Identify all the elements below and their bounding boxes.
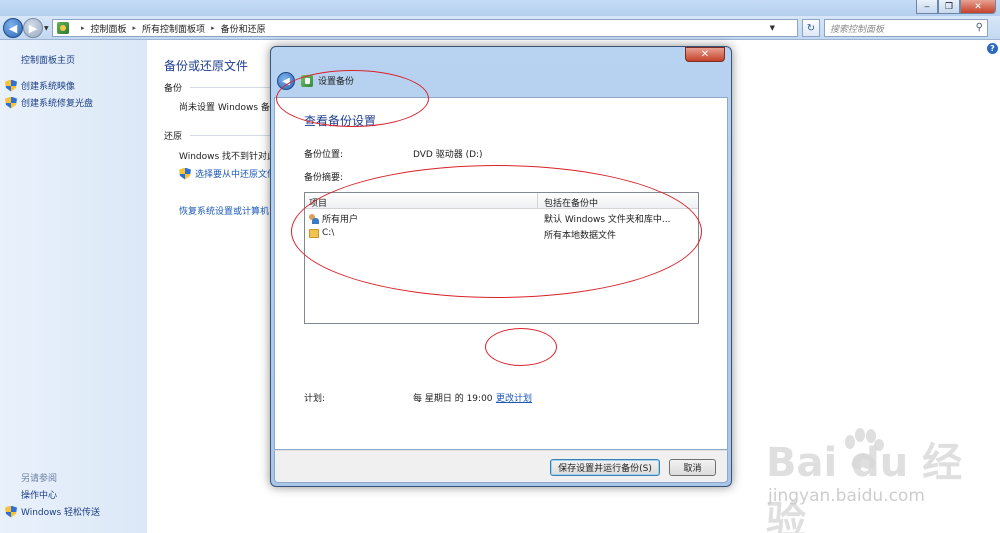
- cancel-button[interactable]: 取消: [669, 459, 716, 476]
- save-and-run-button[interactable]: 保存设置并运行备份(S): [550, 459, 660, 476]
- schedule-value: 每 星期日 的 19:00: [413, 394, 493, 404]
- column-divider[interactable]: [537, 193, 538, 209]
- section-divider: [190, 135, 270, 136]
- sidebar-item-label: 创建系统修复光盘: [21, 99, 94, 109]
- search-placeholder: 搜索控制面板: [830, 24, 885, 35]
- backup-section-heading: 备份: [164, 84, 183, 94]
- dialog-close-button[interactable]: ✕: [685, 47, 725, 62]
- folder-icon: [309, 228, 319, 238]
- restore-status-text: Windows 找不到针对此: [179, 152, 277, 162]
- change-schedule-link[interactable]: 更改计划: [496, 391, 532, 404]
- page-title: 备份或还原文件: [164, 59, 249, 73]
- uac-shield-icon: [5, 80, 17, 92]
- uac-shield-icon: [5, 97, 17, 109]
- forward-arrow-icon: ▶: [28, 21, 38, 35]
- watermark-url: jingyan.baidu.com: [768, 486, 925, 506]
- sidebar-item-system-image[interactable]: 创建系统映像: [5, 79, 75, 92]
- back-arrow-icon: ◀: [282, 75, 290, 87]
- uac-shield-icon: [179, 168, 191, 180]
- breadcrumb-backup-restore[interactable]: 备份和还原: [221, 22, 266, 35]
- dialog-footer: 保存设置并运行备份(S) 取消: [274, 450, 728, 483]
- restore-section-heading: 还原: [164, 132, 183, 142]
- paw-logo-icon: [845, 428, 884, 469]
- see-also-heading: 另请参阅: [21, 474, 58, 484]
- backup-location-label: 备份位置:: [304, 150, 344, 160]
- column-header-item[interactable]: 项目: [309, 196, 327, 209]
- backup-summary-list[interactable]: 项目 包括在备份中 所有用户 默认 Windows 文件夹和库中... C:\ …: [304, 192, 699, 324]
- dialog-heading: 查看备份设置: [304, 114, 377, 128]
- control-panel-icon: [57, 22, 69, 34]
- window-controls: ‒ ❐ ✕: [916, 0, 996, 14]
- backup-summary-label: 备份摘要:: [304, 173, 344, 183]
- search-input[interactable]: 搜索控制面板 ⚲: [824, 19, 988, 37]
- dialog-back-button[interactable]: ◀: [277, 72, 295, 90]
- uac-shield-icon: [5, 506, 17, 518]
- schedule-label: 计划:: [304, 394, 326, 404]
- sidebar-home-link[interactable]: 控制面板主页: [21, 53, 75, 66]
- address-bar[interactable]: ▸ 控制面板 ▸ 所有控制面板项 ▸ 备份和还原 ▼: [52, 19, 798, 37]
- setup-backup-dialog: ✕ ◀ 设置备份 查看备份设置 备份位置: DVD 驱动器 (D:) 备份摘要:…: [270, 46, 732, 487]
- breadcrumb-separator[interactable]: ▸: [211, 24, 215, 32]
- search-icon[interactable]: ⚲: [976, 22, 983, 33]
- dialog-body: 查看备份设置 备份位置: DVD 驱动器 (D:) 备份摘要: 项目 包括在备份…: [274, 97, 728, 450]
- sidebar-item-label: 创建系统映像: [21, 82, 76, 92]
- window-titlebar: ‒ ❐ ✕: [0, 0, 1000, 16]
- restore-link-label: 选择要从中还原文件: [195, 170, 277, 180]
- refresh-icon: ↻: [806, 22, 816, 34]
- list-item-included: 所有本地数据文件: [544, 231, 617, 241]
- backup-location-value: DVD 驱动器 (D:): [413, 150, 483, 160]
- column-header-included[interactable]: 包括在备份中: [544, 196, 598, 209]
- list-header: 项目 包括在备份中: [305, 193, 698, 209]
- recover-system-link[interactable]: 恢复系统设置或计算机: [179, 204, 269, 217]
- backup-icon: [301, 74, 313, 87]
- back-button[interactable]: ◀: [3, 18, 23, 38]
- breadcrumb-all-items[interactable]: 所有控制面板项: [142, 22, 205, 35]
- section-divider: [190, 87, 270, 88]
- breadcrumb-separator[interactable]: ▸: [133, 24, 137, 32]
- minimize-button[interactable]: ‒: [916, 0, 938, 14]
- backup-status-text: 尚未设置 Windows 备份: [179, 103, 279, 113]
- breadcrumb-separator[interactable]: ▸: [81, 24, 85, 32]
- restore-button[interactable]: ❐: [938, 0, 960, 14]
- navigation-bar: ◀ ▶ ▼ ▸ 控制面板 ▸ 所有控制面板项 ▸ 备份和还原 ▼ ↻ 搜索控制面…: [0, 16, 1000, 40]
- restore-files-link[interactable]: 选择要从中还原文件: [179, 167, 276, 180]
- refresh-button[interactable]: ↻: [802, 19, 820, 37]
- sidebar: 控制面板主页 创建系统映像 创建系统修复光盘 另请参阅 操作中心 Windows…: [0, 40, 147, 533]
- recent-pages-dropdown[interactable]: ▼: [44, 25, 49, 32]
- list-item[interactable]: 所有用户 默认 Windows 文件夹和库中...: [305, 209, 698, 225]
- sidebar-item-label: Windows 轻松传送: [21, 508, 101, 518]
- baidu-watermark: Bai du 经验 jingyan.baidu.com: [766, 420, 996, 533]
- sidebar-item-action-center[interactable]: 操作中心: [21, 488, 57, 501]
- close-button[interactable]: ✕: [960, 0, 996, 14]
- forward-button[interactable]: ▶: [23, 18, 43, 38]
- sidebar-item-easy-transfer[interactable]: Windows 轻松传送: [5, 505, 100, 518]
- users-icon: [309, 213, 319, 224]
- list-item[interactable]: C:\ 所有本地数据文件: [305, 225, 698, 241]
- back-arrow-icon: ◀: [8, 21, 18, 35]
- list-item-label: C:\: [322, 228, 335, 238]
- dialog-caption: 设置备份: [301, 74, 354, 87]
- address-dropdown-icon[interactable]: ▼: [770, 20, 775, 36]
- list-item-included: 默认 Windows 文件夹和库中...: [544, 215, 671, 225]
- help-icon[interactable]: ?: [987, 43, 998, 54]
- sidebar-item-repair-disc[interactable]: 创建系统修复光盘: [5, 96, 93, 109]
- list-item-label: 所有用户: [322, 215, 359, 225]
- breadcrumb-control-panel[interactable]: 控制面板: [91, 22, 127, 35]
- dialog-caption-label: 设置备份: [318, 77, 355, 87]
